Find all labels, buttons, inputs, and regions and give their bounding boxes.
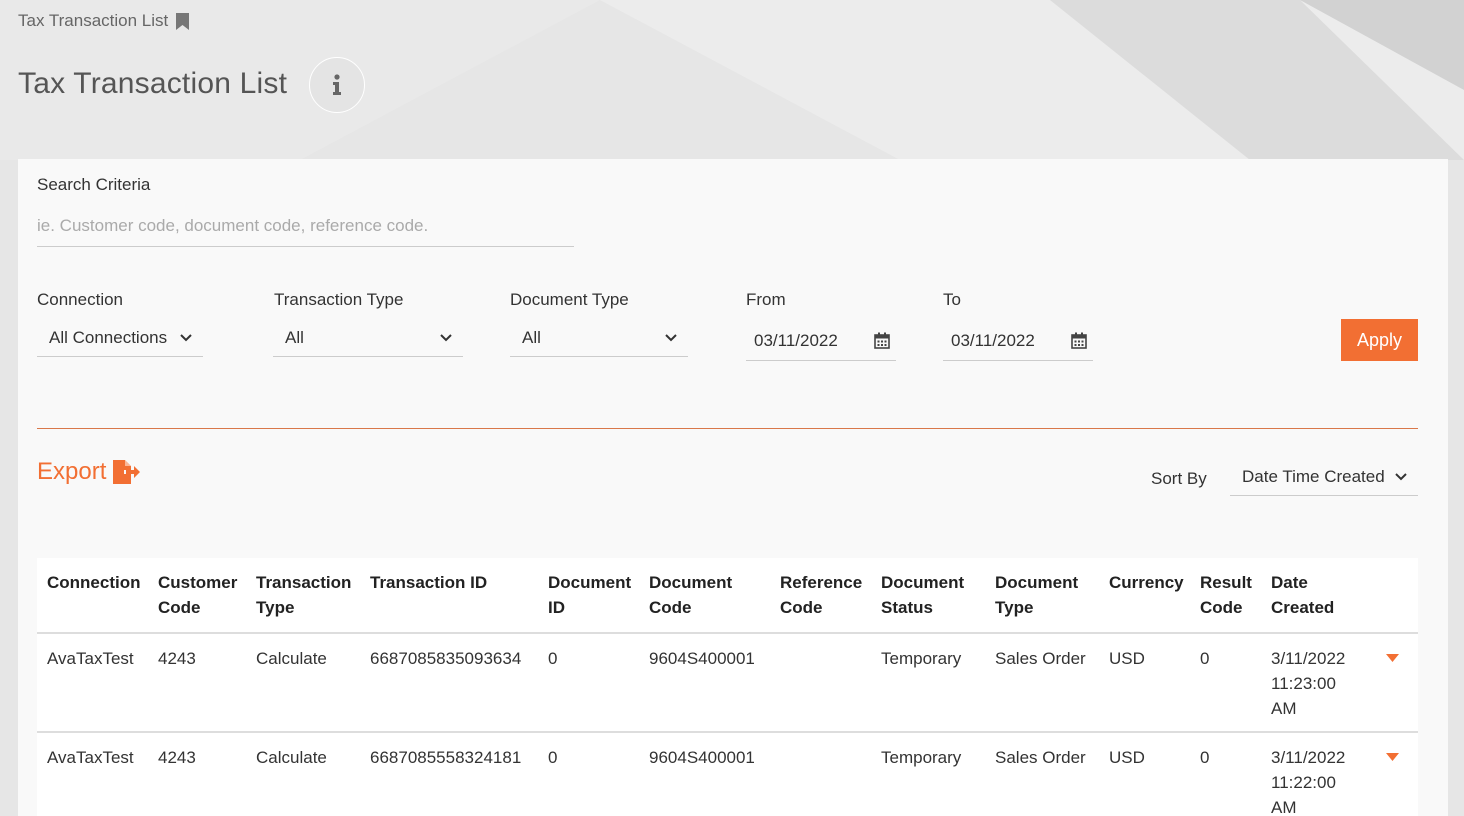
col-reference-code[interactable]: Reference Code (770, 558, 871, 634)
section-divider (37, 428, 1418, 429)
cell-result-code: 0 (1190, 633, 1261, 733)
cell-document-type: Sales Order (985, 732, 1099, 816)
cell-expand (1371, 633, 1418, 733)
from-date-value: 03/11/2022 (754, 330, 838, 350)
col-document-type[interactable]: Document Type (985, 558, 1099, 634)
cell-expand (1371, 732, 1418, 816)
transaction-table: Connection Customer Code Transaction Type … (37, 558, 1418, 816)
cell-currency: USD (1099, 633, 1190, 733)
cell-document-id: 0 (538, 732, 639, 816)
cell-document-type: Sales Order (985, 633, 1099, 733)
file-export-icon (113, 460, 141, 484)
caret-down-icon[interactable] (1386, 753, 1399, 761)
cell-customer-code: 4243 (148, 732, 246, 816)
caret-down-icon[interactable] (1386, 654, 1399, 662)
to-date-value: 03/11/2022 (951, 330, 1035, 350)
col-document-id[interactable]: Document ID (538, 558, 639, 634)
document-type-label: Document Type (510, 290, 629, 309)
table-row[interactable]: AvaTaxTest 4243 Calculate 66870855583241… (37, 732, 1418, 816)
col-transaction-type[interactable]: Transaction Type (246, 558, 360, 634)
cell-document-status: Temporary (871, 732, 985, 816)
cell-transaction-id: 6687085835093634 (360, 633, 538, 733)
document-type-select[interactable]: All (510, 319, 688, 357)
bookmark-icon[interactable] (176, 12, 190, 30)
cell-currency: USD (1099, 732, 1190, 816)
apply-button[interactable]: Apply (1341, 319, 1418, 361)
col-document-code[interactable]: Document Code (639, 558, 770, 634)
document-type-value: All (522, 327, 541, 347)
breadcrumb: Tax Transaction List (18, 11, 190, 31)
search-criteria-label: Search Criteria (37, 175, 151, 194)
to-label: To (943, 290, 961, 309)
transaction-type-value: All (285, 327, 304, 347)
cell-result-code: 0 (1190, 732, 1261, 816)
connection-value: All Connections (49, 327, 168, 347)
connection-label: Connection (37, 290, 124, 309)
cell-reference-code (770, 633, 871, 733)
chevron-down-icon (440, 333, 452, 341)
export-label: Export (37, 458, 107, 485)
from-date-input[interactable]: 03/11/2022 (746, 321, 896, 361)
info-button[interactable] (309, 57, 365, 113)
calendar-icon[interactable] (874, 332, 890, 349)
breadcrumb-label: Tax Transaction List (18, 11, 169, 30)
cell-reference-code (770, 732, 871, 816)
cell-date-created: 3/11/2022 11:23:00 AM (1261, 633, 1371, 733)
export-button[interactable]: Export (37, 458, 141, 486)
table-header-row: Connection Customer Code Transaction Type … (37, 558, 1418, 634)
col-customer-code[interactable]: Customer Code (148, 558, 246, 634)
from-label: From (746, 290, 786, 309)
cell-document-id: 0 (538, 633, 639, 733)
transaction-type-label: Transaction Type (274, 290, 404, 309)
chevron-down-icon (665, 333, 677, 341)
cell-transaction-type: Calculate (246, 732, 360, 816)
sort-by-value: Date Time Created (1242, 466, 1385, 486)
cell-document-code: 9604S400001 (639, 732, 770, 816)
search-panel: Search Criteria Connection All Connectio… (18, 159, 1448, 816)
cell-document-code: 9604S400001 (639, 633, 770, 733)
search-input[interactable] (37, 205, 574, 247)
cell-connection: AvaTaxTest (37, 633, 148, 733)
col-date-created[interactable]: Date Created (1261, 558, 1371, 634)
calendar-icon[interactable] (1071, 332, 1087, 349)
to-date-input[interactable]: 03/11/2022 (943, 321, 1093, 361)
connection-select[interactable]: All Connections (37, 319, 203, 357)
cell-document-status: Temporary (871, 633, 985, 733)
col-result-code[interactable]: Result Code (1190, 558, 1261, 634)
col-actions (1371, 558, 1418, 634)
cell-transaction-id: 6687085558324181 (360, 732, 538, 816)
cell-customer-code: 4243 (148, 633, 246, 733)
sort-by-select[interactable]: Date Time Created (1230, 458, 1418, 496)
chevron-down-icon (1395, 472, 1407, 480)
col-document-status[interactable]: Document Status (871, 558, 985, 634)
cell-date-created: 3/11/2022 11:22:00 AM (1261, 732, 1371, 816)
chevron-down-icon (180, 333, 192, 341)
info-icon (333, 74, 341, 95)
table-row[interactable]: AvaTaxTest 4243 Calculate 66870858350936… (37, 633, 1418, 733)
cell-connection: AvaTaxTest (37, 732, 148, 816)
col-currency[interactable]: Currency (1099, 558, 1190, 634)
col-transaction-id[interactable]: Transaction ID (360, 558, 538, 634)
sort-by-label: Sort By (1151, 469, 1207, 488)
cell-transaction-type: Calculate (246, 633, 360, 733)
col-connection[interactable]: Connection (37, 558, 148, 634)
page-title: Tax Transaction List (18, 67, 288, 100)
transaction-type-select[interactable]: All (273, 319, 463, 357)
